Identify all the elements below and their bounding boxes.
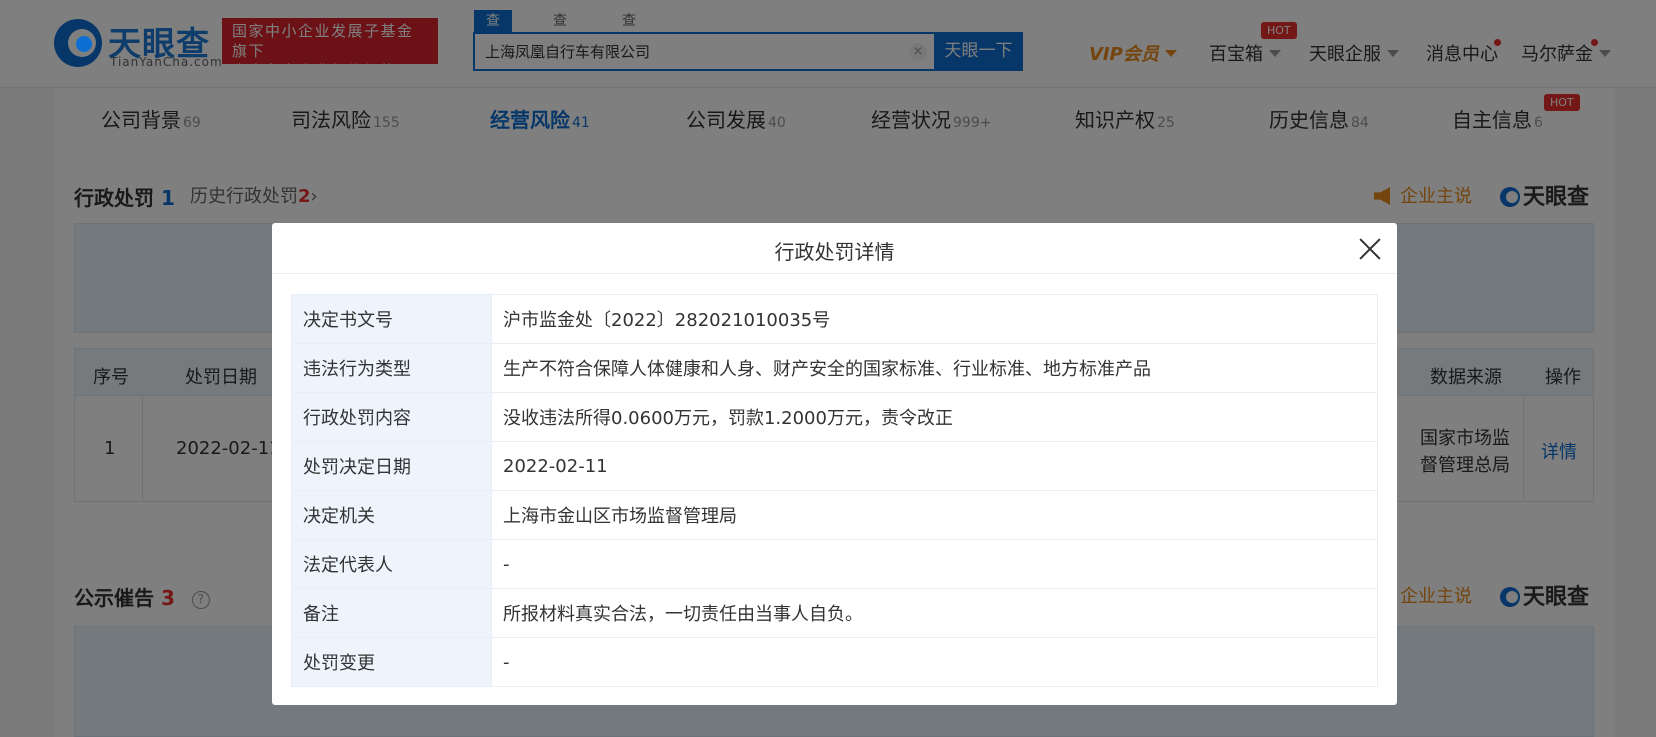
table-row: 决定书文号 沪市监金处〔2022〕282021010035号	[291, 294, 1378, 344]
field-label: 法定代表人	[291, 539, 492, 589]
modal-divider	[272, 273, 1397, 274]
field-label: 违法行为类型	[291, 343, 492, 393]
field-label: 备注	[291, 588, 492, 638]
field-value: 2022-02-11	[491, 441, 1378, 491]
field-value: 生产不符合保障人体健康和人身、财产安全的国家标准、行业标准、地方标准产品	[491, 343, 1378, 393]
field-label: 决定书文号	[291, 294, 492, 344]
field-value: -	[491, 637, 1378, 687]
field-value: 沪市监金处〔2022〕282021010035号	[491, 294, 1378, 344]
detail-table: 决定书文号 沪市监金处〔2022〕282021010035号 违法行为类型 生产…	[291, 294, 1378, 687]
field-label: 决定机关	[291, 490, 492, 540]
table-row: 决定机关 上海市金山区市场监督管理局	[291, 490, 1378, 540]
table-row: 违法行为类型 生产不符合保障人体健康和人身、财产安全的国家标准、行业标准、地方标…	[291, 343, 1378, 393]
close-icon[interactable]	[1358, 237, 1382, 261]
table-row: 法定代表人 -	[291, 539, 1378, 589]
table-row: 处罚决定日期 2022-02-11	[291, 441, 1378, 491]
table-row: 备注 所报材料真实合法，一切责任由当事人自负。	[291, 588, 1378, 638]
modal-title: 行政处罚详情	[774, 240, 895, 264]
penalty-detail-modal: 行政处罚详情 决定书文号 沪市监金处〔2022〕282021010035号 违法…	[272, 223, 1397, 705]
field-value: 所报材料真实合法，一切责任由当事人自负。	[491, 588, 1378, 638]
field-label: 行政处罚内容	[291, 392, 492, 442]
field-value: -	[491, 539, 1378, 589]
table-row: 处罚变更 -	[291, 637, 1378, 687]
field-label: 处罚决定日期	[291, 441, 492, 491]
field-value: 没收违法所得0.0600万元，罚款1.2000万元，责令改正	[491, 392, 1378, 442]
table-row: 行政处罚内容 没收违法所得0.0600万元，罚款1.2000万元，责令改正	[291, 392, 1378, 442]
field-label: 处罚变更	[291, 637, 492, 687]
field-value: 上海市金山区市场监督管理局	[491, 490, 1378, 540]
